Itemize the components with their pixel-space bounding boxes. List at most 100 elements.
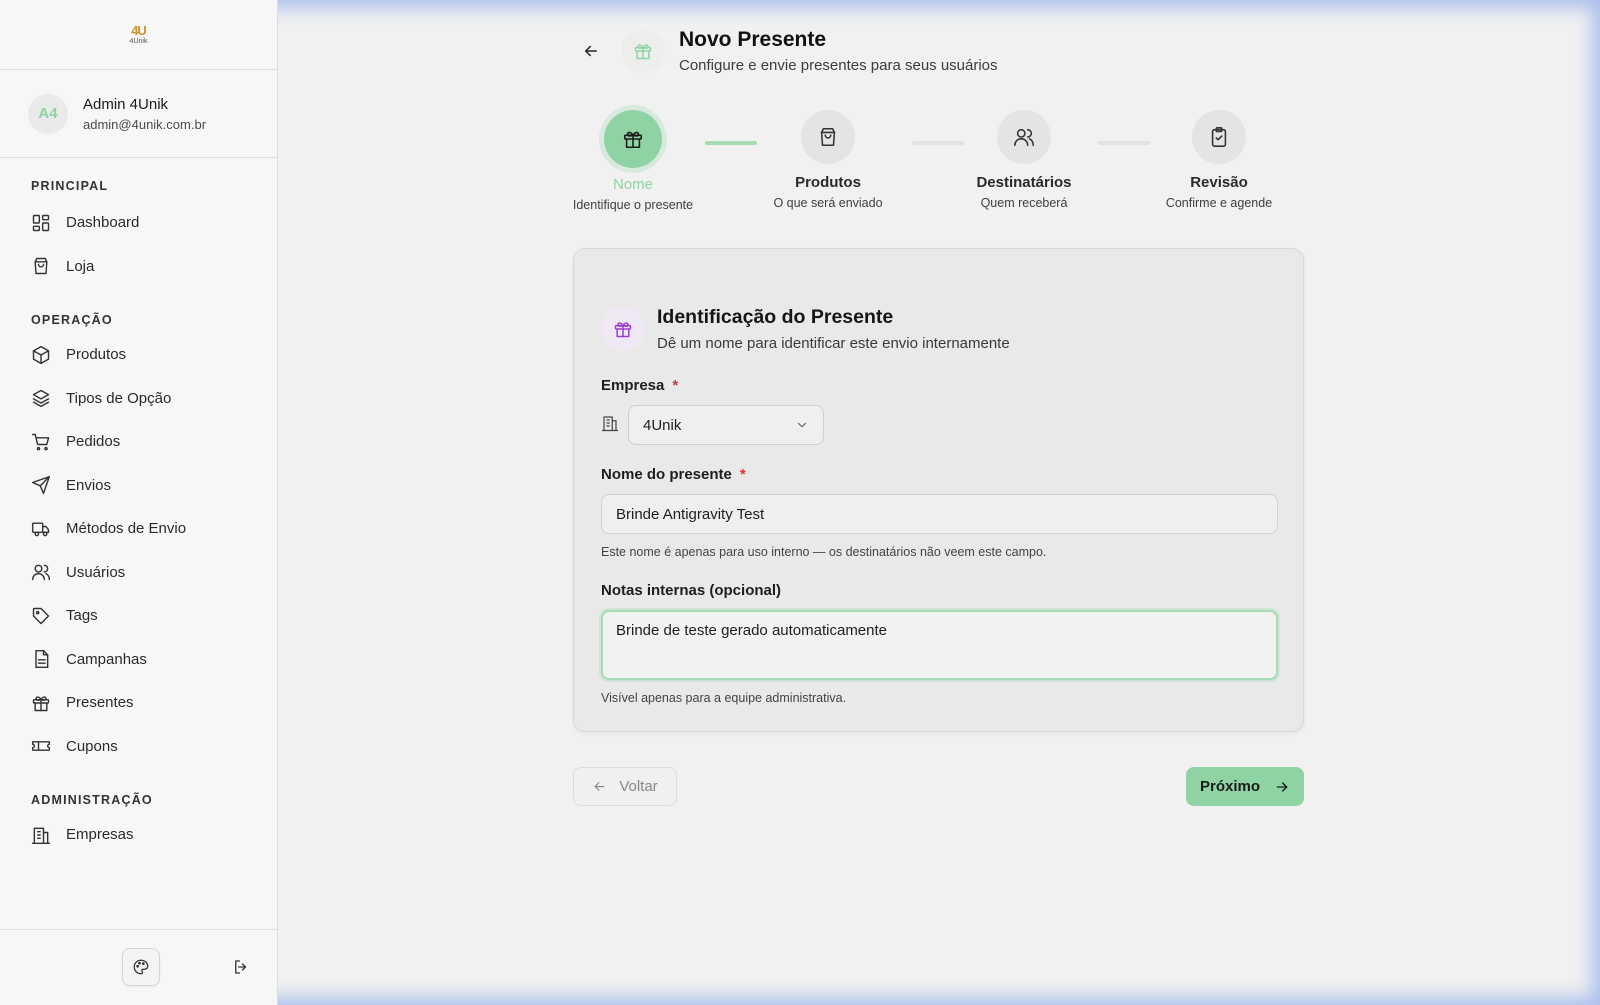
sidebar-item-pedidos[interactable]: Pedidos — [31, 420, 277, 464]
chevron-down-icon — [797, 422, 807, 428]
sidebar-item-label: Loja — [66, 257, 95, 275]
step-circle — [997, 110, 1051, 164]
company-select-value: 4Unik — [643, 416, 682, 434]
step-produtos[interactable]: Produtos O que será enviado — [748, 110, 908, 210]
logo-area: 4U 4Unik — [0, 0, 277, 70]
sidebar-item-empresas[interactable]: Empresas — [31, 813, 277, 857]
sidebar-section-administracao: ADMINISTRAÇÃO Empresas — [0, 768, 277, 857]
step-destinatarios[interactable]: Destinatários Quem receberá — [944, 110, 1104, 210]
company-label: Empresa * — [601, 377, 678, 394]
gift-identification-card: Identificação do Presente Dê um nome par… — [573, 248, 1304, 732]
users-icon — [1014, 128, 1034, 147]
required-mark: * — [739, 466, 746, 483]
sidebar-item-metodos-de-envio[interactable]: Métodos de Envio — [31, 507, 277, 551]
truck-icon — [31, 522, 50, 537]
sidebar-item-tipos-de-opcao[interactable]: Tipos de Opção — [31, 377, 277, 421]
arrow-left-icon — [585, 45, 597, 57]
sidebar-item-cupons[interactable]: Cupons — [31, 725, 277, 769]
header-gift-badge — [621, 29, 665, 73]
user-profile[interactable]: A4 Admin 4Unik admin@4unik.com.br — [0, 70, 277, 158]
page-title: Novo Presente — [679, 28, 827, 51]
box-icon — [32, 345, 50, 364]
page-header: Novo Presente Configure e envie presente… — [579, 28, 998, 74]
page-subtitle: Configure e envie presentes para seus us… — [679, 57, 998, 74]
sidebar-item-label: Dashboard — [66, 214, 140, 232]
company-row: 4Unik — [601, 405, 824, 445]
logo-text: 4Unik — [129, 38, 148, 45]
step-desc: Identifique o presente — [572, 198, 694, 212]
sidebar-item-label: Métodos de Envio — [66, 520, 187, 538]
sidebar-heading: ADMINISTRAÇÃO — [31, 793, 153, 807]
notes-textarea[interactable]: Brinde de teste gerado automaticamente — [601, 610, 1278, 680]
building-icon-wrap — [601, 414, 619, 437]
required-mark: * — [672, 377, 679, 394]
sidebar-section-operacao: OPERAÇÃO Produtos Tipos de Opção Pedidos… — [0, 288, 277, 768]
user-name: Admin 4Unik — [83, 95, 169, 113]
main-content: Novo Presente Configure e envie presente… — [279, 0, 1600, 1005]
card-title: Identificação do Presente — [657, 306, 894, 328]
sidebar-item-label: Cupons — [66, 737, 118, 755]
clipboard-icon — [1211, 127, 1227, 147]
shopping-bag-icon — [34, 258, 48, 275]
gift-icon — [32, 696, 50, 711]
step-label: Destinatários — [976, 174, 1072, 191]
sidebar-item-usuarios[interactable]: Usuários — [31, 551, 277, 595]
company-label-text: Empresa — [601, 377, 665, 394]
sidebar-item-tags[interactable]: Tags — [31, 594, 277, 638]
app-window: 4U 4Unik A4 Admin 4Unik admin@4unik.com.… — [0, 0, 1600, 1005]
step-circle — [604, 110, 662, 168]
sidebar-item-label: Empresas — [66, 826, 134, 844]
stepper: Nome Identifique o presente Produtos O q… — [553, 110, 1293, 220]
gift-name-label-text: Nome do presente — [601, 466, 732, 483]
sidebar-item-label: Tipos de Opção — [66, 389, 172, 407]
theme-button[interactable] — [122, 948, 160, 986]
building-icon — [31, 827, 51, 844]
sidebar-item-label: Presentes — [66, 694, 134, 712]
sidebar-item-loja[interactable]: Loja — [31, 245, 277, 289]
building-icon — [601, 415, 619, 431]
sidebar-section-principal: PRINCIPAL Dashboard Loja — [0, 158, 277, 288]
sidebar-item-presentes[interactable]: Presentes — [31, 681, 277, 725]
sidebar-footer — [0, 929, 278, 1005]
sidebar-item-produtos[interactable]: Produtos — [31, 333, 277, 377]
step-circle — [1192, 110, 1246, 164]
card-header: Identificação do Presente Dê um nome par… — [601, 306, 1010, 352]
user-email: admin@4unik.com.br — [83, 116, 207, 132]
tag-icon — [32, 607, 50, 624]
step-nome[interactable]: Nome Identifique o presente — [553, 110, 713, 212]
sidebar-item-campanhas[interactable]: Campanhas — [31, 638, 277, 682]
sidebar-heading: OPERAÇÃO — [31, 313, 113, 327]
cart-icon — [31, 433, 50, 451]
brand-logo[interactable]: 4U 4Unik — [124, 20, 154, 50]
sidebar-item-dashboard[interactable]: Dashboard — [31, 201, 277, 245]
gift-name-input[interactable] — [601, 494, 1278, 534]
notes-hint: Visível apenas para a equipe administrat… — [601, 691, 847, 705]
sidebar: 4U 4Unik A4 Admin 4Unik admin@4unik.com.… — [0, 0, 278, 1005]
card-gift-badge — [601, 307, 645, 351]
company-select[interactable]: 4Unik — [628, 405, 824, 445]
send-icon — [31, 476, 51, 495]
next-button[interactable]: Próximo — [1186, 767, 1304, 806]
gift-icon — [623, 131, 643, 149]
arrow-right-icon — [1276, 781, 1288, 792]
palette-icon — [133, 959, 149, 975]
step-revisao[interactable]: Revisão Confirme e agende — [1139, 110, 1299, 210]
step-label: Revisão — [1190, 174, 1248, 191]
gift-name-label: Nome do presente * — [601, 466, 746, 483]
back-button[interactable]: Voltar — [573, 767, 677, 806]
card-subtitle: Dê um nome para identificar este envio i… — [657, 335, 1010, 352]
step-label: Nome — [612, 176, 653, 193]
logout-button[interactable] — [222, 948, 260, 986]
step-desc: O que será enviado — [773, 196, 883, 210]
step-circle — [801, 110, 855, 164]
logout-icon — [235, 960, 247, 974]
sidebar-item-label: Usuários — [66, 563, 126, 581]
back-arrow-button[interactable] — [579, 39, 603, 63]
sidebar-item-envios[interactable]: Envios — [31, 464, 277, 508]
layers-icon — [32, 390, 50, 408]
sidebar-heading: PRINCIPAL — [31, 179, 109, 193]
avatar: A4 — [28, 93, 68, 134]
ticket-icon — [31, 741, 51, 752]
users-icon — [31, 564, 51, 581]
arrow-left-icon — [594, 782, 605, 791]
